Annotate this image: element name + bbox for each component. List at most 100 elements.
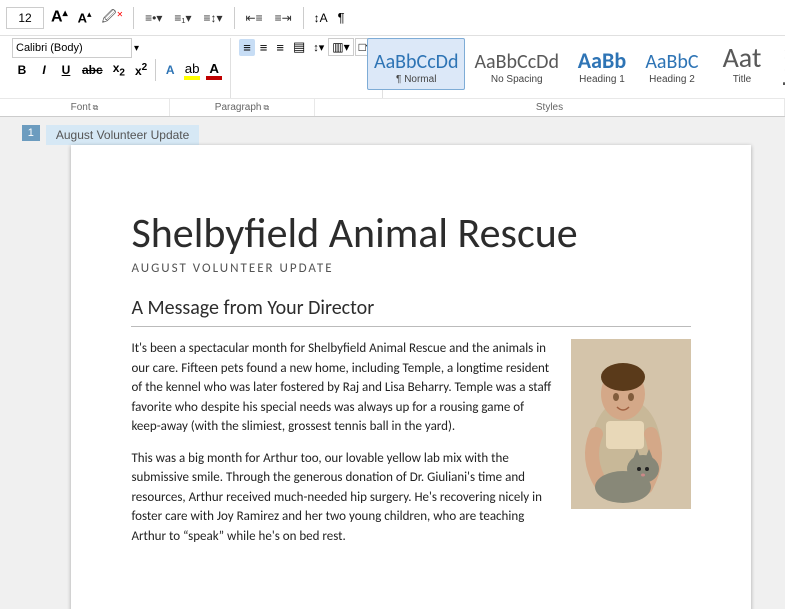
style-heading2[interactable]: AaBbC Heading 2 [638,38,706,90]
paragraph-group-label[interactable]: Paragraph ⧉ [170,99,315,116]
ribbon: A▴ A▴ 🖉✕ ≡•▾ ≡₁▾ ≡↕▾ ⇤≡ ≡⇥ [0,0,785,117]
bullet-list-icon: ≡• [145,11,156,25]
style-h2-preview: AaBbC [645,52,698,72]
increase-indent-icon: ≡⇥ [275,11,292,25]
font-grow-icon: A [51,9,63,26]
font-shrink-icon: A [78,11,87,26]
align-center-icon: ≡ [260,40,268,55]
document-area: 1 August Volunteer Update Shelbyfield An… [0,117,785,609]
sep-fmt [155,59,156,81]
font-color-icon: A [209,61,219,76]
strikethrough-button[interactable]: abc [78,62,107,78]
ribbon-group-labels: Font ⧉ Paragraph ⧉ Styles [0,98,785,116]
image-figure [571,339,691,509]
page-number-sidebar: 1 [22,125,40,609]
styles-row: AaBbCcDd ¶ Normal AaBbCcDd No Spacing Aa… [367,38,785,90]
show-paragraph-button[interactable]: ¶ [335,9,348,26]
document-image [571,339,691,509]
page-header-text: August Volunteer Update [56,128,189,142]
bold-button[interactable]: B [12,62,32,78]
style-normal[interactable]: AaBbCcDd ¶ Normal [367,38,465,90]
align-center-button[interactable]: ≡ [256,39,272,56]
separator-2 [234,7,235,29]
paragraph-group: ≡ ≡ ≡ ▤ ↕▾ [233,38,383,98]
paragraph-label-text: Paragraph [215,102,262,113]
style-normal-label: ¶ Normal [396,74,436,85]
superscript-button[interactable]: x2 [131,61,151,79]
paragraph-1: It's been a spectacular month for Shelby… [131,339,555,437]
highlight-icon: ab [185,61,200,76]
font-name-input[interactable] [12,38,132,58]
multilevel-list-button[interactable]: ≡↕▾ [199,10,226,26]
style-heading1[interactable]: AaBb Heading 1 [568,38,636,90]
page-row: 1 August Volunteer Update Shelbyfield An… [14,117,785,609]
body-content-row: It's been a spectacular month for Shelby… [131,339,691,558]
numbered-list-button[interactable]: ≡₁▾ [170,10,195,26]
font-grow-button[interactable]: A▴ [48,7,71,28]
style-nospace-label: No Spacing [491,74,543,85]
font-format-row: B I U abc x2 [12,59,224,81]
styles-group-label[interactable]: Styles [315,99,785,116]
font-name-dropdown[interactable]: ▾ [134,43,139,54]
subscript-button[interactable]: x2 [109,60,129,79]
decrease-indent-icon: ⇤≡ [246,11,263,25]
pilcrow-icon: ¶ [338,10,345,25]
font-label-text: Font [71,102,91,113]
border-icon: □ [359,40,366,54]
style-h1-label: Heading 1 [579,74,625,85]
styles-scroll-up-button[interactable]: ▲ [780,42,785,54]
shading-button[interactable]: ▥▾ [328,38,353,56]
section-divider [131,326,691,327]
left-ruler [0,117,14,609]
body-text[interactable]: It's been a spectacular month for Shelby… [131,339,555,558]
font-color-button[interactable]: A [204,60,224,81]
multilevel-list-icon: ≡↕ [203,11,216,25]
highlight-button[interactable]: ab [182,60,202,81]
increase-indent-button[interactable]: ≡⇥ [271,10,296,26]
align-left-button[interactable]: ≡ [239,39,255,56]
styles-expand-column: ▲ ▼ ▼▬ [778,38,785,90]
bullet-list-button[interactable]: ≡•▾ [141,10,166,26]
underline-button[interactable]: U [56,62,76,78]
italic-button[interactable]: I [34,62,54,78]
style-normal-preview: AaBbCcDd [374,52,458,72]
font-expand-icon: ⧉ [93,103,99,113]
doc-page-wrapper: August Volunteer Update Shelbyfield Anim… [46,125,777,609]
justify-button[interactable]: ▤ [289,38,309,56]
font-group: ▾ B I U abc x2 [6,38,231,98]
sort-button[interactable]: ↕A [311,10,331,26]
paragraph-row1: ≡ ≡ ≡ ▤ ↕▾ [239,38,376,56]
font-size-input[interactable] [6,7,44,29]
style-no-spacing[interactable]: AaBbCcDd No Spacing [467,38,565,90]
font-group-label[interactable]: Font ⧉ [0,99,170,116]
clear-format-button[interactable]: 🖉✕ [99,5,127,31]
document-subtitle: AUGUST VOLUNTEER UPDATE [131,261,691,276]
styles-scroll-down-button[interactable]: ▼ [780,54,785,66]
paragraph-2: This was a big month for Arthur too, our… [131,449,555,547]
superscript-icon: x2 [135,64,147,78]
page-header-tab: August Volunteer Update [46,125,199,145]
paragraph-group-content: ≡ ≡ ≡ ▤ ↕▾ [239,38,376,96]
ribbon-top-row: A▴ A▴ 🖉✕ ≡•▾ ≡₁▾ ≡↕▾ ⇤≡ ≡⇥ [0,0,785,36]
document-page[interactable]: Shelbyfield Animal Rescue AUGUST VOLUNTE… [71,145,751,609]
clear-format-icon: 🖉✕ [102,8,124,24]
text-effects-icon: A [166,63,175,77]
styles-expand-button[interactable]: ▼▬ [780,66,785,88]
sort-icon: ↕A [314,11,328,25]
style-title-preview: Aat [723,44,762,72]
strikethrough-icon: abc [82,63,103,77]
style-title[interactable]: Aat Title [708,38,776,90]
text-effects-button[interactable]: A [160,62,180,78]
decrease-indent-button[interactable]: ⇤≡ [242,10,267,26]
shading-icon: ▥ [332,40,343,54]
line-spacing-icon: ↕ [313,42,319,54]
page-content-row: 1 August Volunteer Update Shelbyfield An… [14,117,785,609]
numbered-list-icon: ≡₁ [174,11,185,25]
styles-group: AaBbCcDd ¶ Normal AaBbCcDd No Spacing Aa… [385,38,779,98]
line-spacing-button[interactable]: ↕▾ [310,40,327,55]
person-cat-illustration [571,339,691,509]
style-nospace-preview: AaBbCcDd [474,52,558,72]
align-right-button[interactable]: ≡ [272,39,288,56]
page-number-badge: 1 [22,125,40,141]
font-shrink-button[interactable]: A▴ [75,8,95,27]
